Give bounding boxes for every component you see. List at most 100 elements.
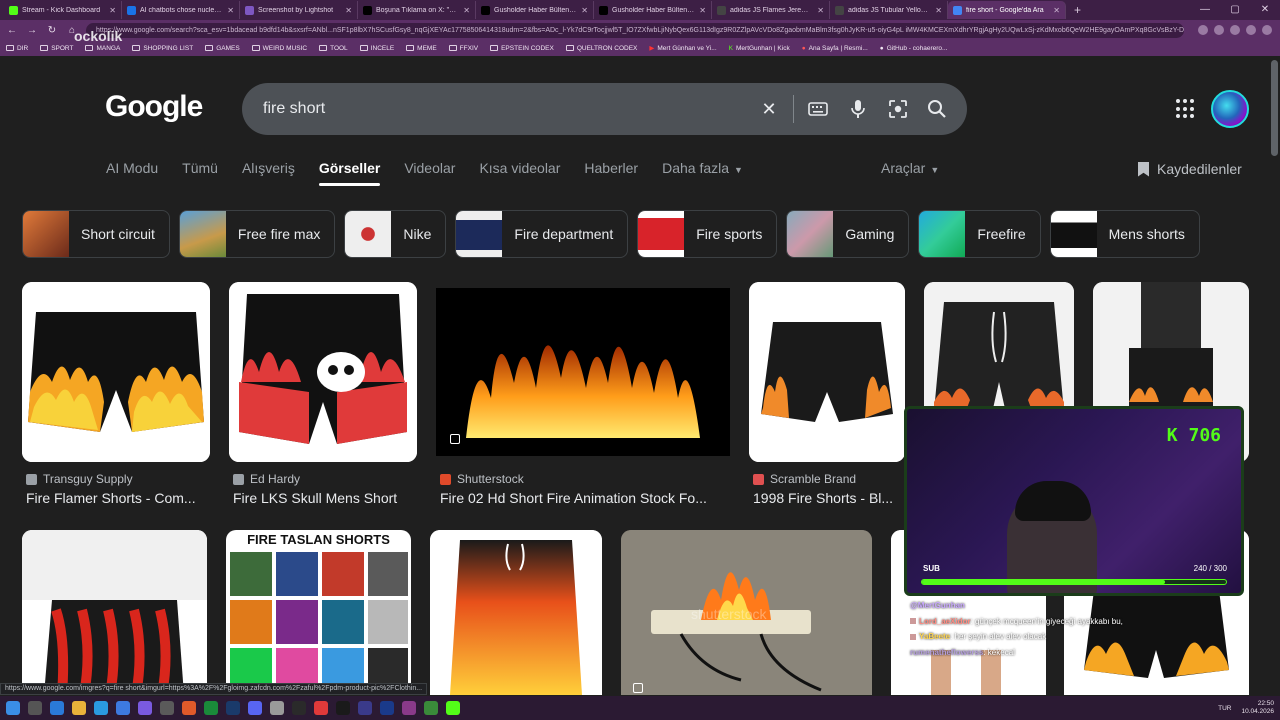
xbox-icon[interactable] [204,701,218,715]
app-icon[interactable] [402,701,416,715]
reload-icon[interactable]: ↻ [46,25,58,36]
result-image[interactable]: FIRE TASLAN SHORTS [226,530,411,695]
result-title[interactable]: 1998 Fire Shorts - Bl... [753,490,905,506]
close-tab-icon[interactable]: ✕ [581,6,588,15]
app-icon[interactable] [160,701,174,715]
chrome-icon[interactable] [116,701,130,715]
bookmark-folder[interactable]: MEME [406,45,437,52]
app-icon[interactable] [292,701,306,715]
tab-shopping[interactable]: Alışveriş [242,160,295,186]
back-arrow-icon[interactable]: ← [6,25,18,36]
result-title[interactable]: Fire 02 Hd Short Fire Animation Stock Fo… [440,490,730,506]
bookmark-folder[interactable]: GAMES [205,45,240,52]
browser-tab-active[interactable]: fire short - Google'da Ara ✕ [948,1,1066,19]
browser-tab[interactable]: Gusholder Haber Bülteni on X: "#✕ [476,1,594,19]
saved-button[interactable]: Kaydedilenler [1138,161,1242,177]
task-view-icon[interactable] [28,701,42,715]
chip-nike[interactable]: Nike [344,210,447,258]
app-icon[interactable] [182,701,196,715]
close-window-button[interactable]: ✕ [1250,0,1280,20]
new-tab-button[interactable]: + [1066,3,1089,17]
result-source[interactable]: Ed Hardy [233,472,300,486]
search-box[interactable]: fire short ✕ [242,83,967,135]
bookmark-link[interactable]: ● Ana Sayfa | Resmi... [802,45,868,52]
result-image[interactable] [430,530,602,695]
result-source[interactable]: Scramble Brand [753,472,856,486]
chip-gaming[interactable]: Gaming [786,210,910,258]
bookmark-folder[interactable]: DIR [6,45,28,52]
browser-tab[interactable]: Stream - Kick Dashboard ✕ [4,1,122,19]
menu-icon[interactable] [1262,25,1272,35]
bookmark-folder[interactable]: INCELE [359,45,394,52]
notion-icon[interactable] [336,701,350,715]
chip-short-circuit[interactable]: Short circuit [22,210,170,258]
browser-tab[interactable]: Screenshot by Lightshot ✕ [240,1,358,19]
extension-icon[interactable] [1230,25,1240,35]
result-image[interactable] [436,288,730,456]
google-logo[interactable]: Google [105,90,203,124]
tab-images[interactable]: Görseller [319,160,380,186]
page-scrollbar[interactable] [1271,60,1278,156]
edge-icon[interactable] [94,701,108,715]
result-source[interactable]: Shutterstock [440,472,524,486]
extension-icon[interactable] [1214,25,1224,35]
bookmark-folder[interactable]: WEIRD MUSIC [251,45,307,52]
tab-all[interactable]: Tümü [182,160,218,186]
chip-fire-sports[interactable]: Fire sports [637,210,778,258]
forward-arrow-icon[interactable]: → [26,25,38,36]
discord-icon[interactable] [248,701,262,715]
bookmark-folder[interactable]: FFXIV [448,45,478,52]
chip-free-fire-max[interactable]: Free fire max [178,210,336,258]
result-image[interactable] [22,530,207,695]
clock[interactable]: 22:50 10.04.2026 [1241,700,1274,716]
clear-icon[interactable]: ✕ [757,97,781,121]
bookmark-folder[interactable]: QUELTRON CODEX [565,45,637,52]
bookmark-folder[interactable]: EPSTEIN CODEX [490,45,554,52]
account-avatar[interactable] [1211,90,1249,128]
bookmark-link[interactable]: ▶ Mert Günhan ve Yi... [649,44,716,53]
close-tab-icon[interactable]: ✕ [227,6,234,15]
tab-ai-mode[interactable]: AI Modu [106,160,158,186]
bookmark-folder[interactable]: SPORT [40,45,73,52]
profile-icon[interactable] [1246,25,1256,35]
steam-icon[interactable] [226,701,240,715]
close-tab-icon[interactable]: ✕ [935,6,942,15]
close-tab-icon[interactable]: ✕ [109,6,116,15]
app-icon[interactable] [138,701,152,715]
close-tab-icon[interactable]: ✕ [699,6,706,15]
app-icon[interactable] [314,701,328,715]
app-icon[interactable] [424,701,438,715]
address-bar[interactable]: https://www.google.com/search?sca_esv=1b… [86,22,1184,38]
browser-tab[interactable]: adidas JS Tubular Yellow Green M✕ [830,1,948,19]
start-icon[interactable] [6,701,20,715]
result-image[interactable] [229,282,417,462]
bookmark-folder[interactable]: SHOPPING LIST [132,45,193,52]
photoshop-icon[interactable] [380,701,394,715]
result-title[interactable]: Fire LKS Skull Mens Short [233,490,417,506]
browser-tab[interactable]: Boşuna Tıklama on X: "Trump, uça✕ [358,1,476,19]
search-input[interactable]: fire short [263,100,325,118]
tab-news[interactable]: Haberler [584,160,638,186]
browser-tab[interactable]: Gusholder Haber Bülteni on X: "#✕ [594,1,712,19]
chip-freefire[interactable]: Freefire [918,210,1041,258]
minimize-button[interactable]: — [1190,0,1220,20]
chip-fire-department[interactable]: Fire department [455,210,629,258]
bookmark-folder[interactable]: TOOL [319,45,348,52]
extension-icon[interactable] [1198,25,1208,35]
tab-more[interactable]: Daha fazla ▼ [662,160,743,186]
tab-short-videos[interactable]: Kısa videolar [479,160,560,186]
result-title[interactable]: Fire Flamer Shorts - Com... [26,490,210,506]
result-image[interactable] [749,282,905,462]
widgets-icon[interactable] [50,701,64,715]
result-image[interactable]: shutterstock [621,530,872,695]
microphone-icon[interactable] [846,97,870,121]
search-icon[interactable] [925,97,949,121]
tools-button[interactable]: Araçlar ▼ [881,160,939,176]
close-tab-icon[interactable]: ✕ [1053,6,1060,15]
browser-tab[interactable]: adidas JS Flames Jeremy Scott Me✕ [712,1,830,19]
kick-icon[interactable] [446,701,460,715]
file-explorer-icon[interactable] [72,701,86,715]
language-indicator[interactable]: TUR [1218,705,1231,712]
bookmark-link[interactable]: K MertGunhan | Kick [729,45,790,52]
lens-icon[interactable] [886,97,910,121]
